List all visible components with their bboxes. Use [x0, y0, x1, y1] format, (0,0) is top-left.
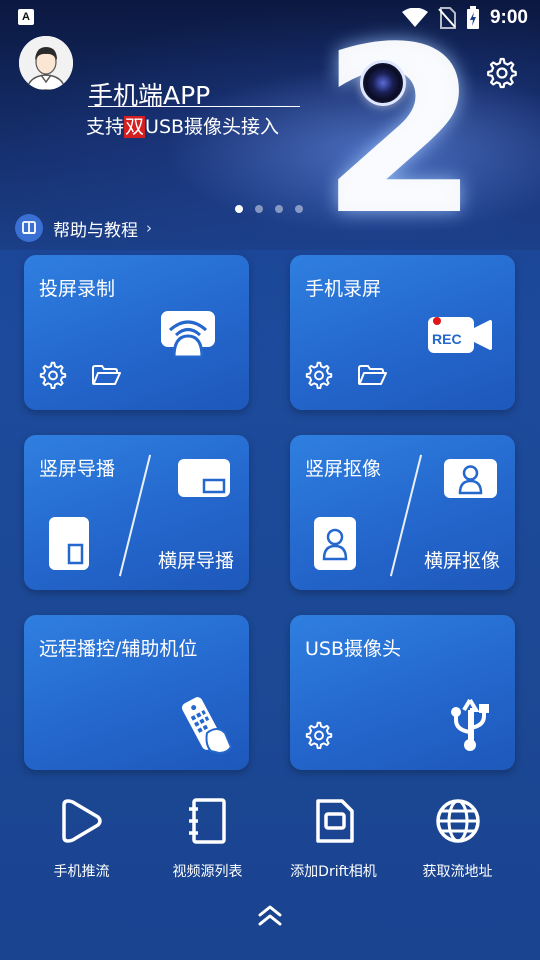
avatar-person-icon	[19, 36, 73, 90]
book-icon	[15, 214, 43, 242]
gear-icon[interactable]	[39, 361, 67, 389]
settings-gear-icon[interactable]	[486, 57, 518, 89]
action-label: 添加Drift相机	[290, 864, 377, 880]
status-time: 9:00	[489, 7, 528, 28]
action-label: 视频源列表	[172, 864, 243, 880]
banner-big-number: 2	[320, 0, 481, 250]
chevron-right-icon: ›	[146, 219, 152, 237]
bottom-action-bar: 手机推流 视频源列表 添加Drift相机 获取流地址	[0, 795, 540, 885]
help-label: 帮助与教程	[53, 220, 138, 241]
cast-screen-icon	[161, 311, 215, 358]
card-remote-control[interactable]: 远程播控/辅助机位	[24, 615, 249, 770]
banner-subtitle-post: USB摄像头接入	[145, 116, 280, 138]
play-triangle-icon	[61, 799, 102, 843]
expand-up-icon[interactable]	[255, 903, 285, 929]
carousel-dot[interactable]	[255, 205, 263, 213]
carousel-dot[interactable]	[295, 205, 303, 213]
wifi-icon	[401, 8, 428, 27]
help-tutorial-link[interactable]: 帮助与教程 ›	[15, 214, 152, 242]
rec-label: REC	[432, 331, 462, 347]
portrait-layout-icon	[49, 517, 89, 570]
no-sim-icon	[438, 7, 456, 29]
banner-subtitle: 支持双USB摄像头接入	[86, 112, 279, 139]
card-phone-screen-record[interactable]: 手机录屏 REC	[290, 255, 515, 410]
card-title[interactable]: 竖屏抠像	[305, 454, 381, 481]
action-get-stream-url[interactable]: 获取流地址	[390, 795, 525, 885]
banner-subtitle-pre: 支持	[86, 116, 125, 138]
action-label: 获取流地址	[422, 864, 493, 880]
user-avatar[interactable]	[19, 36, 73, 90]
action-video-source-list[interactable]: 视频源列表	[140, 795, 275, 885]
camera-box-icon	[315, 799, 354, 843]
rec-camera-icon: REC	[428, 317, 492, 353]
carousel-dots	[235, 205, 303, 213]
card-divider	[389, 454, 423, 577]
card-title-secondary[interactable]: 横屏抠像	[424, 546, 500, 573]
card-title-secondary[interactable]: 横屏导播	[158, 546, 234, 573]
banner-subtitle-highlight: 双	[124, 116, 146, 138]
camera-lens-graphic	[360, 60, 406, 106]
action-label: 手机推流	[53, 864, 110, 880]
globe-icon	[435, 799, 480, 843]
card-title: 手机录屏	[305, 278, 382, 300]
card-director-switch[interactable]: 竖屏导播 横屏导播	[24, 435, 249, 590]
notebook-icon	[188, 798, 226, 844]
battery-charging-icon	[466, 6, 479, 29]
folder-icon[interactable]	[357, 364, 387, 386]
card-title[interactable]: 竖屏导播	[39, 454, 115, 481]
folder-icon[interactable]	[91, 364, 121, 386]
status-bar: A 9:00	[0, 0, 540, 36]
carousel-dot[interactable]	[235, 205, 243, 213]
gear-icon[interactable]	[305, 721, 333, 749]
card-title: 投屏录制	[39, 278, 116, 300]
card-cast-record[interactable]: 投屏录制	[24, 255, 249, 410]
carousel-dot[interactable]	[275, 205, 283, 213]
remote-control-icon	[181, 697, 233, 755]
app-notification-icon: A	[18, 9, 34, 25]
card-title: USB摄像头	[305, 638, 402, 660]
landscape-layout-icon	[178, 459, 230, 497]
landscape-person-icon	[444, 459, 497, 498]
card-chroma-key[interactable]: 竖屏抠像 横屏抠像	[290, 435, 515, 590]
usb-icon	[451, 698, 489, 751]
action-add-drift-camera[interactable]: 添加Drift相机	[266, 795, 401, 885]
card-usb-camera[interactable]: USB摄像头	[290, 615, 515, 770]
banner-divider	[88, 106, 300, 107]
action-phone-stream[interactable]: 手机推流	[14, 795, 149, 885]
card-title: 远程播控/辅助机位	[39, 638, 198, 660]
gear-icon[interactable]	[305, 361, 333, 389]
card-divider	[118, 454, 152, 577]
portrait-person-icon	[314, 517, 356, 570]
